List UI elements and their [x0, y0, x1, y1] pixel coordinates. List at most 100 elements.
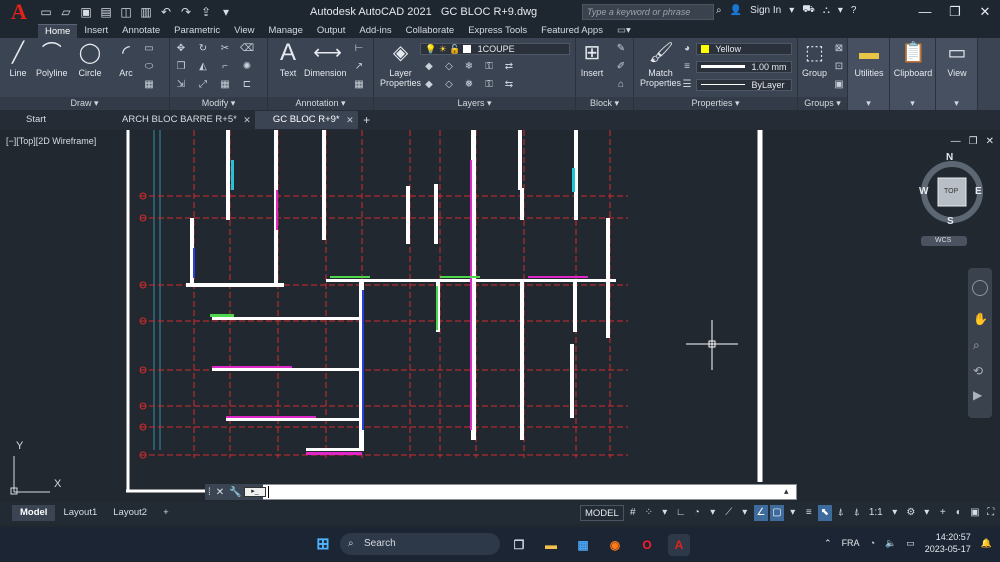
offset-icon[interactable]: ⊏ [240, 79, 254, 91]
modify-panel-label[interactable]: Modify ▾ [170, 97, 267, 110]
redo-icon[interactable]: ↷ [178, 5, 194, 19]
match-properties-button[interactable]: 🖌 Match Properties [640, 40, 681, 88]
autocad-taskbar-icon[interactable]: A [668, 534, 690, 556]
tab-output[interactable]: Output [310, 24, 353, 38]
layer-iso-icon[interactable]: ◆ [422, 61, 436, 73]
zoom-icon[interactable]: ⌕ [973, 338, 980, 353]
lineweight-toggle-icon[interactable]: ≡ [802, 505, 816, 521]
group-button[interactable]: ⬚ Group [802, 40, 827, 78]
grid-icon[interactable]: # [626, 505, 640, 521]
sign-in-button[interactable]: Sign In [750, 5, 781, 16]
draw-panel-label[interactable]: Draw ▾ [0, 97, 169, 110]
scale-dropdown-icon[interactable]: ▾ [888, 505, 902, 521]
pan-icon[interactable]: ✋ [973, 312, 988, 326]
snap-dropdown-icon[interactable]: ▾ [658, 505, 672, 521]
share-icon[interactable]: ⇪ [198, 5, 214, 19]
drawing-canvas[interactable]: Y X [−][Top][2D Wireframe] — ❐ ✕ N S W E… [0, 130, 1000, 500]
ribbon-toggle-icon[interactable]: ▭▾ [610, 24, 638, 38]
chevron-down-icon[interactable]: ▾ [789, 5, 794, 16]
compass-west[interactable]: W [919, 186, 928, 197]
layer-dropdown[interactable]: 💡 ☀ 🔓 1COUPE [420, 43, 570, 55]
maximize-icon[interactable]: ❐ [940, 0, 970, 24]
close-icon[interactable]: ✕ [970, 0, 1000, 24]
tab-manage[interactable]: Manage [262, 24, 310, 38]
annotation-visibility-icon[interactable]: ⍋ [834, 505, 848, 521]
properties-panel-label[interactable]: Properties ▾ [634, 97, 797, 110]
minimize-icon[interactable]: — [951, 136, 961, 147]
edit-block-icon[interactable]: ✐ [614, 61, 628, 73]
annotation-scale[interactable]: 1:1 [866, 505, 886, 521]
command-input[interactable] [205, 484, 797, 500]
search-icon[interactable]: ⌕ [716, 5, 722, 16]
close-command-icon[interactable]: ✕ [216, 487, 224, 498]
customize-chevron-icon[interactable]: ▾ [218, 5, 234, 19]
layer-unlock-icon[interactable]: ⚿ [482, 79, 496, 91]
tab-annotate[interactable]: Annotate [115, 24, 167, 38]
opera-icon[interactable]: O [636, 534, 658, 556]
hatch-icon[interactable]: ▦ [142, 79, 156, 91]
viewcube[interactable]: N S W E TOP WCS [915, 152, 989, 248]
workspace-dropdown-icon[interactable]: ▾ [920, 505, 934, 521]
tab-arch-bloc[interactable]: ARCH BLOC BARRE R+5* ✕ [104, 111, 255, 129]
tab-layout2[interactable]: Layout2 [105, 505, 155, 521]
utilities-panel[interactable]: ▬ Utilities ▾ [848, 38, 890, 110]
polar-icon[interactable]: ◔ [690, 505, 704, 521]
explode-icon[interactable]: ✺ [240, 61, 254, 73]
utilities-button[interactable]: ▬ Utilities [848, 40, 890, 78]
battery-icon[interactable]: ▭ [906, 538, 915, 549]
move-icon[interactable]: ✥ [174, 43, 188, 55]
clipboard-panel[interactable]: 📋 Clipboard ▾ [890, 38, 936, 110]
isodraft-dropdown-icon[interactable]: ▾ [738, 505, 752, 521]
tab-insert[interactable]: Insert [77, 24, 115, 38]
layer-freeze-icon[interactable]: ❄ [462, 61, 476, 73]
layer-on-icon[interactable]: ◇ [442, 79, 456, 91]
taskbar-search[interactable]: ⌕ Search [340, 533, 500, 555]
viewcube-top-face[interactable]: TOP [944, 188, 958, 195]
clean-screen-icon[interactable]: ⛶ [984, 505, 998, 521]
leader-icon[interactable]: ↗ [352, 61, 366, 73]
copy-icon[interactable]: ❐ [174, 61, 188, 73]
web-mobile-icon[interactable]: ◫ [118, 5, 134, 19]
arc-button[interactable]: ◜ Arc [114, 40, 138, 78]
linetype-dropdown[interactable]: ByLayer [696, 79, 792, 91]
tab-home[interactable]: Home [38, 24, 78, 38]
tab-featured-apps[interactable]: Featured Apps [534, 24, 610, 38]
layer-properties-button[interactable]: ◈ Layer Properties [380, 40, 421, 88]
line-button[interactable]: ╱ Line [6, 40, 30, 78]
layer-thaw-icon[interactable]: ❅ [462, 79, 476, 91]
polyline-button[interactable]: ⌒ Polyline [36, 40, 68, 78]
workspace-gear-icon[interactable]: ⚙ [904, 505, 918, 521]
create-block-icon[interactable]: ✎ [614, 43, 628, 55]
tab-add-ins[interactable]: Add-ins [352, 24, 398, 38]
new-file-icon[interactable]: ▭ [38, 5, 54, 19]
customize-command-icon[interactable]: 🔧 [229, 487, 241, 498]
tab-view[interactable]: View [227, 24, 261, 38]
command-grip-icon[interactable]: ⁞ [208, 487, 211, 498]
close-icon[interactable]: ✕ [986, 136, 994, 147]
viewport-controls-label[interactable]: [−][Top][2D Wireframe] [6, 136, 96, 146]
trim-icon[interactable]: ✂ [218, 43, 232, 55]
polar-dropdown-icon[interactable]: ▾ [706, 505, 720, 521]
hardware-acceleration-icon[interactable]: ▣ [968, 505, 982, 521]
tab-start[interactable]: Start [6, 111, 104, 129]
ortho-icon[interactable]: ∟ [674, 505, 688, 521]
view-button[interactable]: ▭ View [936, 40, 978, 78]
close-tab-icon[interactable]: ✕ [346, 111, 354, 129]
undo-icon[interactable]: ↶ [158, 5, 174, 19]
clipboard-dropdown-icon[interactable]: ▾ [890, 97, 935, 110]
insert-button[interactable]: ⊞ Insert [580, 40, 604, 78]
layer-lock-icon[interactable]: ⚿ [482, 61, 496, 73]
system-clock[interactable]: 14:20:57 2023-05-17 [925, 531, 971, 555]
isodraft-icon[interactable]: ⟋ [722, 505, 736, 521]
layer-previous-icon[interactable]: ⇆ [502, 79, 516, 91]
layer-off-icon[interactable]: ◇ [442, 61, 456, 73]
fillet-icon[interactable]: ⌐ [218, 61, 232, 73]
ellipse-icon[interactable]: ⬭ [142, 61, 156, 73]
compass-north[interactable]: N [946, 152, 953, 163]
store-icon[interactable]: ▦ [572, 534, 594, 556]
tab-layout1[interactable]: Layout1 [55, 505, 105, 521]
connect-icon[interactable]: ⛬ [823, 5, 830, 16]
steering-wheel-icon[interactable] [972, 280, 988, 296]
color-dropdown[interactable]: Yellow [696, 43, 792, 55]
file-explorer-icon[interactable]: ▬ [540, 534, 562, 556]
